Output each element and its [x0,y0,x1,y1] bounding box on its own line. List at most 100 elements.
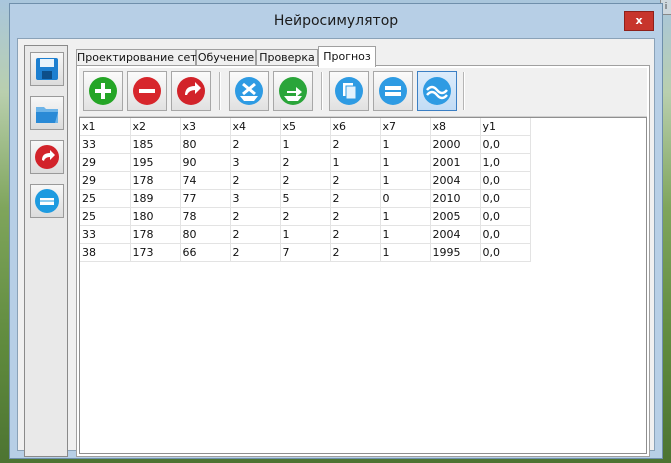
table-cell[interactable]: 1 [380,207,431,226]
table-cell[interactable]: 2004 [430,171,481,190]
tab-training[interactable]: Обучение [196,49,256,66]
table-cell[interactable]: 66 [180,243,231,262]
table-cell[interactable]: 2 [330,171,381,190]
copy-button[interactable] [329,71,369,111]
export-button[interactable] [273,71,313,111]
equals-button[interactable] [373,71,413,111]
table-cell[interactable]: 2 [230,135,281,154]
table-cell[interactable]: 2004 [430,225,481,244]
table-cell[interactable]: 173 [130,243,181,262]
table-cell[interactable]: 0,0 [480,135,531,154]
undo-row-button[interactable] [171,71,211,111]
table-cell[interactable]: 33 [80,225,131,244]
table-cell[interactable]: 1 [380,135,431,154]
open-button[interactable] [30,96,64,130]
table-cell[interactable]: 2001 [430,153,481,172]
table-cell[interactable]: 3 [230,153,281,172]
title-bar[interactable]: Нейросимулятор x [10,4,662,38]
table-row[interactable]: 33 185 80 2 1 2 1 2000 0,0 [80,135,531,154]
table-cell[interactable]: 90 [180,153,231,172]
column-header[interactable]: x5 [280,118,331,136]
column-header[interactable]: x6 [330,118,381,136]
table-cell[interactable]: 0,0 [480,189,531,208]
close-button[interactable]: x [624,11,654,31]
table-cell[interactable]: 180 [130,207,181,226]
table-cell[interactable]: 0,0 [480,171,531,190]
table-cell[interactable]: 29 [80,153,131,172]
forecast-grid[interactable]: x1 x2 x3 x4 x5 x6 x7 x8 y1 33 185 80 2 1 2 1 20… [79,117,647,454]
table-cell[interactable]: 2 [330,225,381,244]
table-cell[interactable]: 1 [280,225,331,244]
table-cell[interactable]: 2 [330,207,381,226]
table-cell[interactable]: 0,0 [480,243,531,262]
table-cell[interactable]: 80 [180,135,231,154]
tab-verification[interactable]: Проверка [256,49,318,66]
table-cell[interactable]: 2005 [430,207,481,226]
table-cell[interactable]: 3 [230,189,281,208]
table-cell[interactable]: 2010 [430,189,481,208]
table-cell[interactable]: 1995 [430,243,481,262]
table-cell[interactable]: 2 [280,153,331,172]
table-cell[interactable]: 2 [330,189,381,208]
table-cell[interactable]: 1,0 [480,153,531,172]
table-cell[interactable]: 2 [280,171,331,190]
table-cell[interactable]: 77 [180,189,231,208]
tab-forecast[interactable]: Прогноз [318,46,376,67]
table-cell[interactable]: 185 [130,135,181,154]
table-cell[interactable]: 1 [380,243,431,262]
forecast-button[interactable] [417,71,457,111]
column-header[interactable]: y1 [480,118,531,136]
table-cell[interactable]: 2 [230,207,281,226]
column-header[interactable]: x1 [80,118,131,136]
column-header[interactable]: x8 [430,118,481,136]
toolbar-separator [219,72,221,110]
table-cell[interactable]: 74 [180,171,231,190]
undo-button[interactable] [30,140,64,174]
table-cell[interactable]: 178 [130,171,181,190]
table-cell[interactable]: 0,0 [480,225,531,244]
table-cell[interactable]: 5 [280,189,331,208]
tab-network-design[interactable]: Проектирование сети [76,49,204,66]
table-cell[interactable]: 189 [130,189,181,208]
table-row[interactable]: 25 180 78 2 2 2 1 2005 0,0 [80,207,531,226]
table-cell[interactable]: 0 [380,189,431,208]
table-cell[interactable]: 1 [380,153,431,172]
column-header[interactable]: x4 [230,118,281,136]
table-cell[interactable]: 195 [130,153,181,172]
add-row-button[interactable] [83,71,123,111]
table-cell[interactable]: 2 [330,135,381,154]
table-cell[interactable]: 2 [230,171,281,190]
table-row[interactable]: 25 189 77 3 5 2 0 2010 0,0 [80,189,531,208]
table-cell[interactable]: 25 [80,189,131,208]
table-cell[interactable]: 25 [80,207,131,226]
table-row[interactable]: 33 178 80 2 1 2 1 2004 0,0 [80,225,531,244]
table-cell[interactable]: 178 [130,225,181,244]
column-header[interactable]: x7 [380,118,431,136]
table-cell[interactable]: 2 [230,243,281,262]
table-cell[interactable]: 2 [230,225,281,244]
table-cell[interactable]: 1 [280,135,331,154]
table-cell[interactable]: 2 [280,207,331,226]
table-cell[interactable]: 7 [280,243,331,262]
table-cell[interactable]: 1 [380,171,431,190]
table-cell[interactable]: 2 [330,243,381,262]
column-header[interactable]: x2 [130,118,181,136]
table-cell[interactable]: 29 [80,171,131,190]
table-row[interactable]: 29 178 74 2 2 2 1 2004 0,0 [80,171,531,190]
network-button[interactable] [30,184,64,218]
table-cell[interactable]: 38 [80,243,131,262]
save-button[interactable] [30,52,64,86]
column-header[interactable]: x3 [180,118,231,136]
table-cell[interactable]: 78 [180,207,231,226]
table-row[interactable]: 29 195 90 3 2 1 1 2001 1,0 [80,153,531,172]
table-cell[interactable]: 33 [80,135,131,154]
import-button[interactable] [229,71,269,111]
table-cell[interactable]: 80 [180,225,231,244]
table-cell[interactable]: 1 [330,153,381,172]
table-row[interactable]: 38 173 66 2 7 2 1 1995 0,0 [80,243,531,262]
table-cell[interactable]: 0,0 [480,207,531,226]
table-cell[interactable]: 2000 [430,135,481,154]
table-cell[interactable]: 1 [380,225,431,244]
left-toolbar [24,45,68,457]
remove-row-button[interactable] [127,71,167,111]
